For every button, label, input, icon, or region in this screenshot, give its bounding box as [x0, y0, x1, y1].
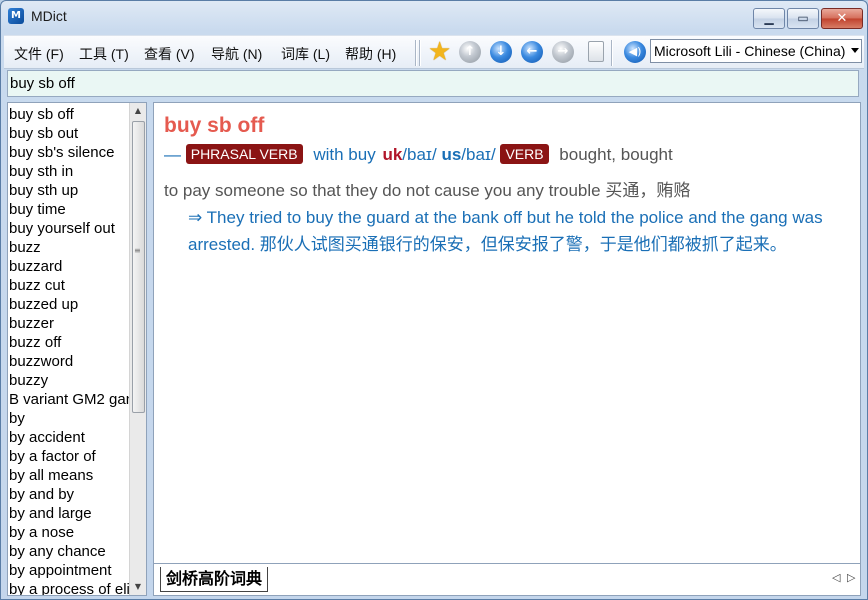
menu-view[interactable]: 查看 (V)	[144, 44, 195, 64]
list-item[interactable]: buzzard	[9, 257, 131, 276]
list-item[interactable]: buy sth up	[9, 181, 131, 200]
list-item[interactable]: buzz cut	[9, 276, 131, 295]
mdict-logo-icon: M	[8, 8, 24, 24]
menu-library[interactable]: 词库 (L)	[281, 44, 330, 64]
window-title: MDict	[31, 8, 67, 24]
toolbar-separator	[415, 40, 416, 66]
dictionary-tab-bar: 剑桥高阶词典 ◁ ▷	[153, 564, 861, 596]
app-window: M MDict ▁ ▭ ✕ 文件 (F) 工具 (T) 查看 (V) 导航 (N…	[0, 0, 868, 600]
back-icon[interactable]: ←	[521, 41, 543, 63]
speaker-icon[interactable]: ◀)	[624, 41, 646, 63]
list-item[interactable]: buzzword	[9, 352, 131, 371]
list-item[interactable]: by a process of elimination	[9, 580, 131, 595]
list-item[interactable]: buzz off	[9, 333, 131, 352]
minimize-icon: ▁	[764, 11, 774, 25]
menu-help[interactable]: 帮助 (H)	[345, 44, 396, 64]
scroll-down-icon[interactable]: ↓	[490, 41, 512, 63]
scrollbar-thumb[interactable]	[132, 121, 145, 413]
dash: —	[164, 145, 181, 164]
list-item[interactable]: by	[9, 409, 131, 428]
search-bar	[7, 70, 859, 97]
scroll-down-arrow-icon[interactable]: ▼	[130, 579, 146, 595]
tab-next-icon[interactable]: ▷	[847, 571, 855, 584]
list-item[interactable]: buzz	[9, 238, 131, 257]
tab-cambridge-dictionary[interactable]: 剑桥高阶词典	[160, 567, 269, 592]
voice-select[interactable]: Microsoft Lili - Chinese (China)	[650, 39, 862, 63]
grip-icon: ≡	[134, 246, 141, 255]
definition-header: — PHRASAL VERB with buy uk/baɪ/ us/baɪ/ …	[164, 144, 673, 165]
uk-ipa: /baɪ/	[402, 145, 437, 164]
list-item[interactable]: by a nose	[9, 523, 131, 542]
chevron-down-icon	[851, 48, 859, 53]
list-item[interactable]: by appointment	[9, 561, 131, 580]
menu-bar: 文件 (F) 工具 (T) 查看 (V) 导航 (N) 词库 (L) 帮助 (H…	[4, 35, 864, 69]
list-item[interactable]: by all means	[9, 466, 131, 485]
verb-forms: bought, bought	[559, 145, 673, 164]
sense-definition: to pay someone so that they do not cause…	[164, 181, 691, 200]
example-arrow-icon: ⇒	[188, 208, 203, 227]
us-ipa: /baɪ/	[461, 145, 496, 164]
list-item[interactable]: by accident	[9, 428, 131, 447]
verb-badge: VERB	[500, 144, 549, 164]
close-icon: ✕	[836, 11, 848, 26]
menu-navigate[interactable]: 导航 (N)	[211, 44, 262, 64]
list-item[interactable]: B variant GM2 gangliosidosis	[9, 390, 131, 409]
list-item[interactable]: by and by	[9, 485, 131, 504]
voice-select-value: Microsoft Lili - Chinese (China)	[654, 43, 846, 59]
word-list-items: buy sb off buy sb out buy sb's silence b…	[9, 105, 131, 595]
tab-prev-icon[interactable]: ◁	[832, 571, 840, 584]
clipboard-icon[interactable]	[588, 41, 604, 62]
list-item[interactable]: buy sth in	[9, 162, 131, 181]
title-bar[interactable]: M MDict ▁ ▭ ✕	[1, 1, 867, 34]
definition-pane: buy sb off — PHRASAL VERB with buy uk/ba…	[153, 102, 861, 564]
pos-badge: PHRASAL VERB	[185, 144, 303, 164]
toolbar-separator	[611, 40, 612, 66]
example-sentence: ⇒ They tried to buy the guard at the ban…	[188, 204, 848, 258]
list-item[interactable]: buy yourself out	[9, 219, 131, 238]
list-item[interactable]: buy sb out	[9, 124, 131, 143]
example-text: They tried to buy the guard at the bank …	[188, 208, 823, 254]
maximize-button[interactable]: ▭	[787, 8, 819, 29]
minimize-button[interactable]: ▁	[753, 8, 785, 29]
us-label[interactable]: us	[441, 145, 461, 164]
list-item[interactable]: by a factor of	[9, 447, 131, 466]
menu-tools[interactable]: 工具 (T)	[79, 44, 129, 64]
list-item[interactable]: by any chance	[9, 542, 131, 561]
forward-icon[interactable]: →	[552, 41, 574, 63]
list-item[interactable]: buy sb off	[9, 105, 131, 124]
menu-file[interactable]: 文件 (F)	[14, 44, 64, 64]
maximize-icon: ▭	[797, 11, 809, 25]
list-item[interactable]: by and large	[9, 504, 131, 523]
close-button[interactable]: ✕	[821, 8, 863, 29]
word-list-scrollbar[interactable]: ▲ ≡ ▼	[129, 103, 146, 595]
list-item[interactable]: buzzy	[9, 371, 131, 390]
scroll-up-arrow-icon[interactable]: ▲	[130, 103, 146, 119]
search-input[interactable]	[10, 73, 850, 94]
with-text: with buy	[313, 145, 376, 164]
list-item[interactable]: buy time	[9, 200, 131, 219]
uk-label[interactable]: uk	[382, 145, 402, 164]
scroll-up-icon[interactable]: ↑	[459, 41, 481, 63]
word-list: buy sb off buy sb out buy sb's silence b…	[7, 102, 147, 596]
list-item[interactable]: buzzed up	[9, 295, 131, 314]
list-item[interactable]: buzzer	[9, 314, 131, 333]
favorite-star-icon[interactable]: ★	[428, 37, 451, 67]
toolbar-separator	[419, 40, 420, 66]
headword: buy sb off	[164, 114, 265, 137]
list-item[interactable]: buy sb's silence	[9, 143, 131, 162]
